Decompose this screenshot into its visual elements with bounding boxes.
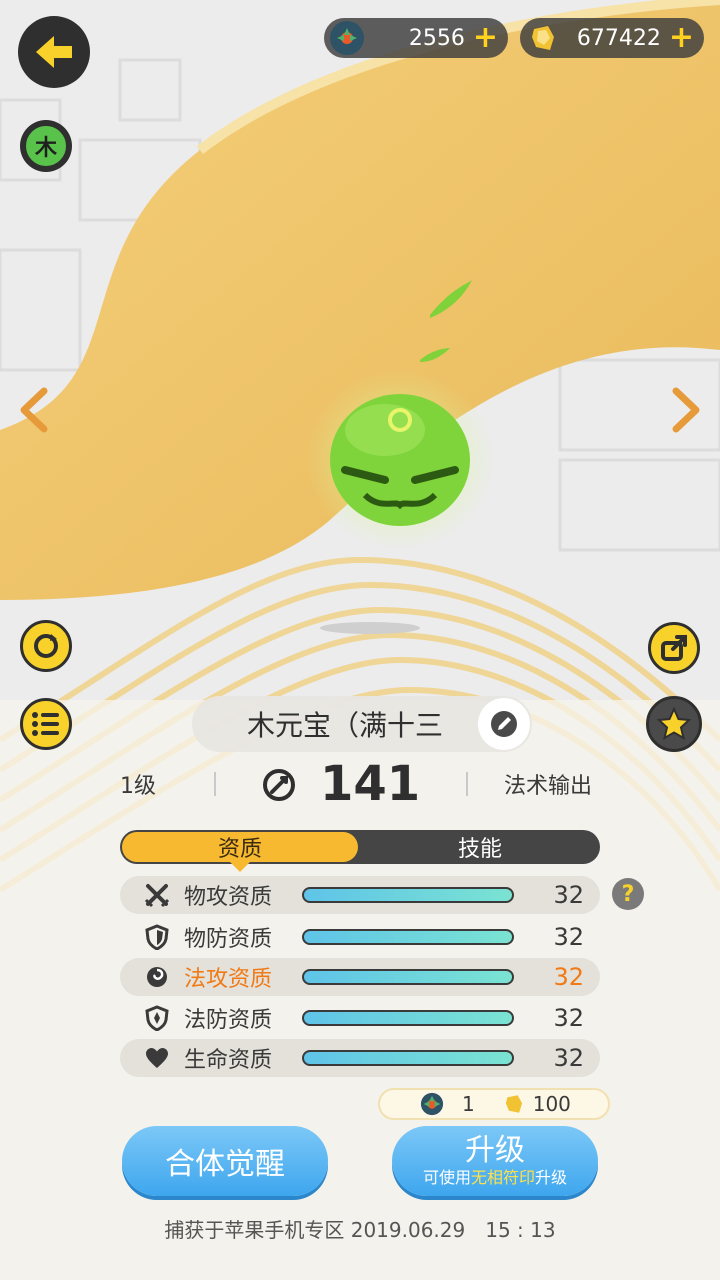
tab-pointer bbox=[230, 862, 250, 872]
stat-row: 法攻资质 32 bbox=[120, 958, 600, 996]
stat-bar-fill bbox=[304, 971, 512, 983]
awaken-button[interactable]: 合体觉醒 bbox=[122, 1126, 328, 1196]
element-badge: 木 bbox=[20, 120, 72, 172]
tab-bar: 资质 技能 bbox=[120, 830, 600, 872]
stat-bar bbox=[302, 929, 514, 945]
gold-count: 677422 bbox=[576, 25, 661, 51]
chevron-right-icon bbox=[672, 387, 700, 433]
back-arrow-icon bbox=[36, 36, 72, 68]
upgrade-label: 升级 bbox=[465, 1133, 525, 1168]
stat-bar bbox=[302, 1050, 514, 1066]
pet-role: 法术输出 bbox=[504, 774, 593, 799]
gem-flower-icon bbox=[330, 21, 364, 55]
help-icon: ? bbox=[621, 881, 635, 907]
power-icon bbox=[263, 769, 295, 801]
pet-name: 木元宝（满十三 bbox=[246, 709, 443, 742]
tab-aptitude[interactable]: 资质 bbox=[122, 832, 358, 862]
pencil-icon bbox=[491, 711, 517, 737]
favorite-button[interactable] bbox=[646, 696, 702, 752]
upgrade-button[interactable]: 升级 可使用无相符印升级 bbox=[392, 1126, 598, 1196]
share-button[interactable] bbox=[648, 622, 700, 674]
pet-name-pill: 木元宝（满十三 bbox=[192, 696, 532, 752]
gem-flower-icon bbox=[420, 1092, 444, 1116]
upgrade-sub-prefix: 可使用 bbox=[422, 1168, 471, 1187]
next-pet-arrow[interactable] bbox=[666, 385, 706, 435]
swords-icon bbox=[142, 882, 172, 908]
stat-value: 32 bbox=[553, 1004, 584, 1032]
magic-shield-icon bbox=[142, 1005, 172, 1031]
upgrade-cost: 1 100 bbox=[378, 1088, 610, 1120]
stat-label: 物攻资质 bbox=[184, 885, 273, 910]
list-icon bbox=[32, 712, 59, 736]
heart-icon bbox=[142, 1047, 172, 1069]
currency-gem-pill[interactable]: 2556 + bbox=[324, 18, 508, 58]
gold-ingot-icon bbox=[526, 21, 560, 55]
stat-bar bbox=[302, 887, 514, 903]
stat-bar-fill bbox=[304, 931, 512, 943]
stat-bar-fill bbox=[304, 1012, 512, 1024]
rotate-icon bbox=[34, 634, 58, 658]
tab-aptitude-label: 资质 bbox=[217, 837, 262, 862]
add-gold-button[interactable]: + bbox=[669, 23, 694, 53]
chevron-left-icon bbox=[20, 387, 48, 433]
stat-row: 物防资质 32 bbox=[120, 918, 600, 956]
upgrade-sub: 可使用无相符印升级 bbox=[423, 1168, 567, 1188]
pet-level: 1级 bbox=[120, 774, 156, 799]
stat-row: 物攻资质 32 bbox=[120, 876, 600, 914]
stat-row: 法防资质 32 bbox=[120, 999, 600, 1037]
stat-label: 法防资质 bbox=[184, 1008, 273, 1033]
rename-button[interactable] bbox=[478, 698, 530, 750]
stat-bar bbox=[302, 969, 514, 985]
stat-label: 物防资质 bbox=[184, 927, 273, 952]
magic-swirl-icon bbox=[142, 965, 172, 989]
tab-skills-label: 技能 bbox=[457, 837, 502, 862]
gold-ingot-icon bbox=[505, 1095, 522, 1113]
background-scene bbox=[0, 0, 720, 1280]
stat-label: 生命资质 bbox=[184, 1048, 273, 1073]
add-gem-button[interactable]: + bbox=[473, 23, 498, 53]
star-icon bbox=[657, 707, 691, 741]
help-button[interactable]: ? bbox=[612, 878, 644, 910]
divider bbox=[214, 772, 216, 796]
combat-power: 141 bbox=[320, 756, 421, 812]
gem-cost: 1 bbox=[462, 1092, 475, 1116]
capture-info: 捕获于苹果手机专区 2019.06.29 15 : 13 bbox=[164, 1218, 556, 1242]
stat-value: 32 bbox=[553, 963, 584, 991]
share-icon bbox=[661, 635, 687, 661]
awaken-label: 合体觉醒 bbox=[165, 1147, 285, 1182]
stat-bar-fill bbox=[304, 1052, 512, 1064]
element-label: 木 bbox=[24, 124, 68, 168]
stat-bar-fill bbox=[304, 889, 512, 901]
stat-value: 32 bbox=[553, 881, 584, 909]
currency-gold-pill[interactable]: 677422 + bbox=[520, 18, 704, 58]
upgrade-sub-suffix: 升级 bbox=[535, 1168, 568, 1187]
stat-label: 法攻资质 bbox=[184, 967, 273, 992]
gem-count: 2556 bbox=[408, 25, 465, 51]
gold-cost: 100 bbox=[532, 1092, 571, 1116]
stat-value: 32 bbox=[553, 1044, 584, 1072]
upgrade-sub-highlight: 无相符印 bbox=[470, 1168, 535, 1187]
back-button[interactable] bbox=[18, 16, 90, 88]
divider bbox=[466, 772, 468, 796]
stat-row: 生命资质 32 bbox=[120, 1039, 600, 1077]
tab-skills[interactable]: 技能 bbox=[360, 830, 600, 864]
rotate-view-button[interactable] bbox=[20, 620, 72, 672]
prev-pet-arrow[interactable] bbox=[14, 385, 54, 435]
shield-icon bbox=[142, 924, 172, 950]
stat-value: 32 bbox=[553, 923, 584, 951]
stat-bar bbox=[302, 1010, 514, 1026]
menu-list-button[interactable] bbox=[20, 698, 72, 750]
